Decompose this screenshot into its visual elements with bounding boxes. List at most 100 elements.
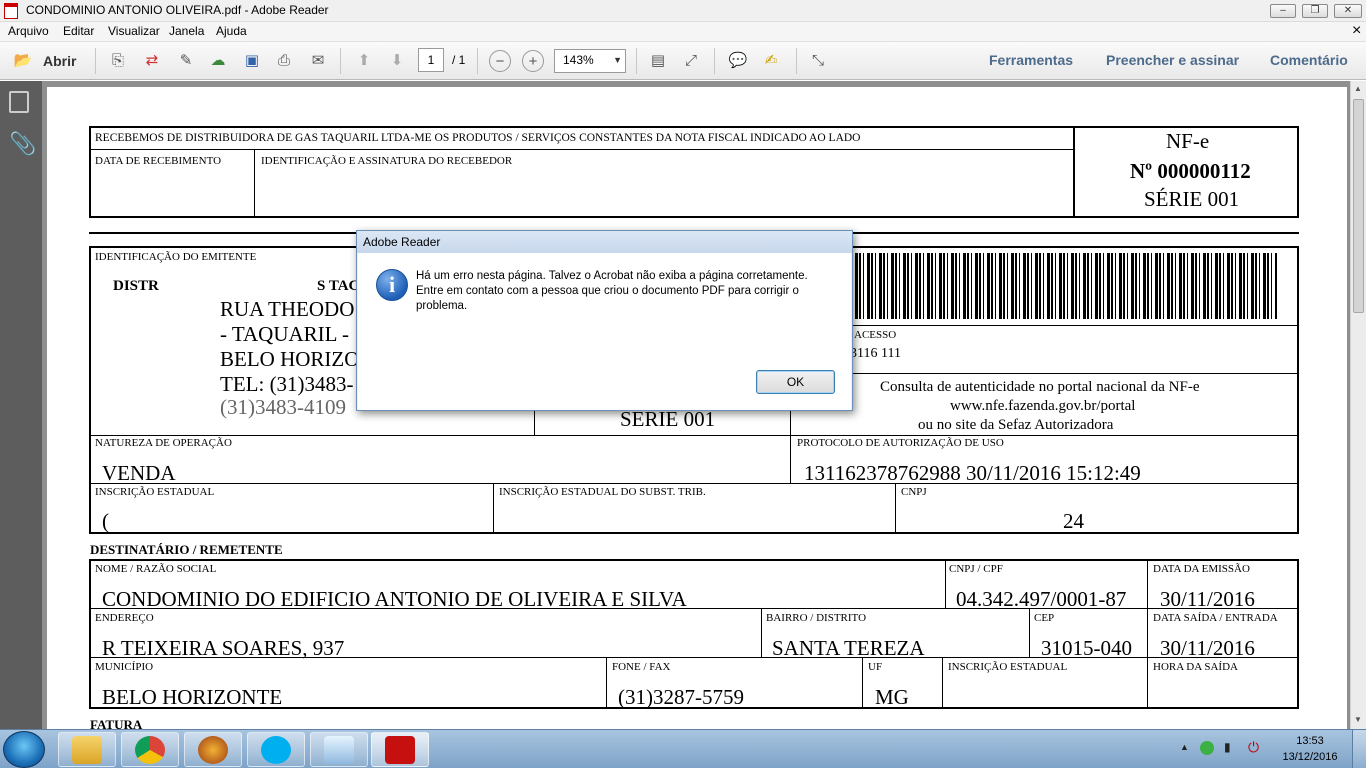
comment-icon[interactable]: 💬	[727, 50, 749, 72]
taskbar-notepad[interactable]	[310, 732, 368, 767]
chevron-down-icon: ▼	[613, 55, 622, 65]
next-page-icon[interactable]: ⬇	[386, 50, 408, 72]
exit-time-label: HORA DA SAÍDA	[1153, 661, 1238, 673]
network-icon[interactable]: ▮	[1224, 740, 1231, 754]
recipient-name: CONDOMINIO DO EDIFICIO ANTONIO DE OLIVEI…	[102, 587, 687, 611]
toolbar-divider	[636, 48, 637, 74]
receipt-date-label: DATA DE RECEBIMENTO	[95, 155, 222, 167]
emission-date: 30/11/2016	[1160, 587, 1255, 611]
exit-date-label: DATA SAÍDA / ENTRADA	[1153, 612, 1278, 624]
highlight-icon[interactable]: ✍	[760, 50, 782, 72]
emission-label: DATA DA EMISSÃO	[1153, 563, 1250, 575]
print-icon[interactable]: ⎙	[273, 50, 295, 72]
zoom-out-icon[interactable]: −	[489, 50, 511, 72]
fill-sign-link[interactable]: Preencher e assinar	[1106, 52, 1239, 68]
recipient-district: SANTA TEREZA	[772, 636, 925, 660]
issuer-phone-line: TEL: (31)3483-	[220, 372, 354, 396]
dialog-title: Adobe Reader	[357, 231, 852, 253]
pages-icon[interactable]	[9, 91, 29, 113]
status-icon[interactable]	[1200, 741, 1214, 755]
chrome-icon	[135, 736, 165, 764]
pdf-app-icon	[4, 3, 18, 19]
dialog-message: Há um erro nesta página. Talvez o Acroba…	[416, 270, 808, 312]
nfe-series: SÉRIE 001	[1144, 187, 1240, 211]
access-key-label: ACESSO	[854, 329, 897, 341]
tools-link[interactable]: Ferramentas	[989, 52, 1073, 68]
menu-arquivo[interactable]: Arquivo	[8, 24, 49, 38]
receipt-sign-label: IDENTIFICAÇÃO E ASSINATURA DO RECEBEDOR	[261, 155, 513, 167]
uf-label: UF	[868, 661, 883, 673]
export-pdf-icon[interactable]: ⇄	[141, 50, 163, 72]
menu-bar: Arquivo Editar Visualizar Janela Ajuda ×	[0, 22, 1366, 42]
vertical-scrollbar[interactable]: ▲ ▼	[1350, 81, 1366, 729]
ok-button[interactable]: OK	[756, 370, 835, 394]
zoom-select[interactable]: 143% ▼	[554, 49, 626, 73]
error-dialog: Adobe Reader i Há um erro nesta página. …	[356, 230, 853, 411]
maximize-button[interactable]: ❐	[1302, 4, 1328, 18]
consult-line3: ou no site da Sefaz Autorizadora	[918, 417, 1114, 433]
zoom-in-icon[interactable]: +	[522, 50, 544, 72]
fullscreen-icon[interactable]: ⤡	[807, 50, 829, 72]
nfe-title: NF-e	[1166, 129, 1210, 153]
fit-page-icon[interactable]: ▤	[647, 50, 669, 72]
close-button[interactable]: ✕	[1334, 4, 1362, 18]
recipient-cnpj: 04.342.497/0001-87	[956, 587, 1127, 611]
create-pdf-icon[interactable]: ⎘	[107, 50, 129, 72]
address-label: ENDEREÇO	[95, 612, 154, 624]
save-icon[interactable]: ▣	[241, 50, 263, 72]
comment-link[interactable]: Comentário	[1270, 52, 1348, 68]
window-title: CONDOMINIO ANTONIO OLIVEIRA.pdf - Adobe …	[26, 3, 329, 17]
receipt-header: RECEBEMOS DE DISTRIBUIDORA DE GAS TAQUAR…	[95, 132, 861, 144]
menu-editar[interactable]: Editar	[63, 24, 94, 38]
page-total: / 1	[452, 53, 466, 67]
edit-icon[interactable]: ✎	[175, 50, 197, 72]
minimize-button[interactable]: –	[1270, 4, 1296, 18]
taskbar-skype[interactable]	[247, 732, 305, 767]
protocol-value: 131162378762988 30/11/2016 15:12:49	[804, 461, 1141, 485]
folder-icon	[72, 736, 102, 764]
zoom-value: 143%	[563, 53, 594, 67]
taskbar-chrome[interactable]	[121, 732, 179, 767]
email-icon[interactable]: ✉	[307, 50, 329, 72]
recipient-cep: 31015-040	[1041, 636, 1132, 660]
toolbar-divider	[340, 48, 341, 74]
recipient-cnpj-label: CNPJ / CPF	[949, 563, 1003, 575]
fit-width-icon[interactable]: ⤢	[680, 50, 702, 72]
page-number-input[interactable]	[418, 48, 444, 72]
issuer-name-part1: DISTR	[113, 278, 159, 294]
issuer-address-line2: - TAQUARIL -	[220, 322, 349, 346]
taskbar-adobe-reader[interactable]	[371, 732, 429, 767]
consult-line1: Consulta de autenticidade no portal naci…	[880, 379, 1200, 395]
phone-label: FONE / FAX	[612, 661, 671, 673]
power-icon[interactable]: ⏻	[1248, 739, 1259, 756]
taskbar-app[interactable]	[184, 732, 242, 767]
clock[interactable]: 13:53 13/12/2016	[1270, 733, 1350, 765]
protocol-label: PROTOCOLO DE AUTORIZAÇÃO DE USO	[797, 437, 1004, 449]
cnpj-value: 24	[1063, 509, 1084, 533]
clock-date: 13/12/2016	[1282, 751, 1338, 763]
clock-time: 13:53	[1296, 735, 1324, 747]
previous-page-icon[interactable]: ⬆	[353, 50, 375, 72]
menu-ajuda[interactable]: Ajuda	[216, 24, 247, 38]
scroll-down-icon[interactable]: ▼	[1354, 715, 1362, 724]
issuer-address-line1: RUA THEODO	[220, 297, 355, 321]
exit-date: 30/11/2016	[1160, 636, 1255, 660]
open-button-label[interactable]: Abrir	[43, 53, 76, 69]
menu-janela[interactable]: Janela	[169, 24, 204, 38]
barcode	[847, 253, 1277, 319]
start-button[interactable]	[3, 731, 45, 768]
city-label: MUNICÍPIO	[95, 661, 154, 673]
close-document-icon[interactable]: ×	[1352, 22, 1361, 40]
scrollbar-thumb[interactable]	[1353, 99, 1364, 313]
scroll-up-icon[interactable]: ▲	[1354, 84, 1362, 93]
open-folder-icon[interactable]: 📂	[10, 50, 36, 72]
show-hidden-icons[interactable]: ▲	[1180, 742, 1189, 752]
taskbar-explorer[interactable]	[58, 732, 116, 767]
helmet-icon	[198, 736, 228, 764]
upload-cloud-icon[interactable]: ☁	[207, 50, 229, 72]
toolbar-divider	[714, 48, 715, 74]
show-desktop-button[interactable]	[1352, 730, 1366, 768]
menu-visualizar[interactable]: Visualizar	[108, 24, 160, 38]
state-reg-value: (	[102, 509, 109, 533]
attachment-icon[interactable]: 📎	[9, 131, 36, 157]
